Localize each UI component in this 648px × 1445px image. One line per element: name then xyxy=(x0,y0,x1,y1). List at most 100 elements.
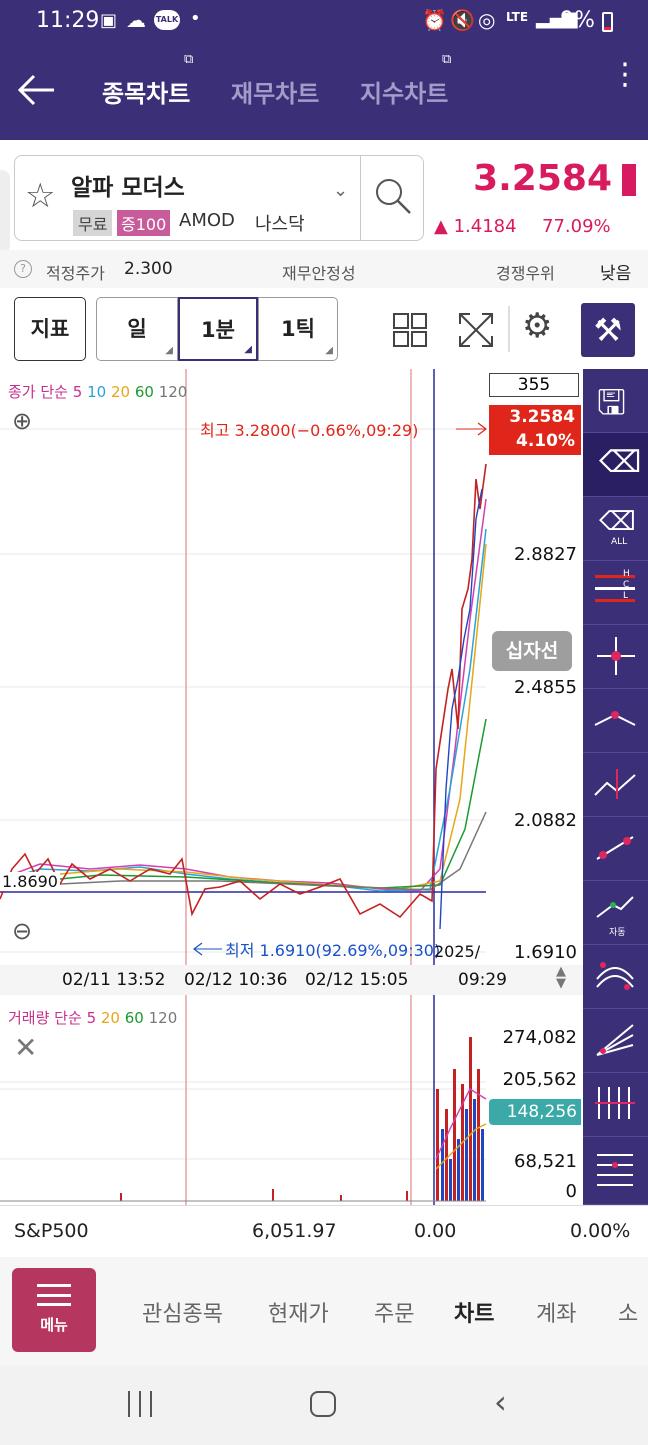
vertical-lines-tool[interactable] xyxy=(583,1073,648,1137)
side-handle[interactable] xyxy=(0,170,10,254)
fan-line-icon xyxy=(596,1024,634,1056)
period-tick-button[interactable]: 1틱 ◢ xyxy=(258,297,338,361)
legend-ma5: 5 xyxy=(72,383,83,401)
nav-watchlist[interactable]: 관심종목 xyxy=(142,1296,223,1328)
talk-icon: TALK xyxy=(154,10,180,30)
price-change-pct: 77.09% xyxy=(542,216,611,237)
legend-ma10: 10 xyxy=(87,383,107,401)
eraser-tool[interactable]: ⌫ xyxy=(583,433,648,497)
nav-account[interactable]: 계좌 xyxy=(536,1296,576,1328)
x-label: 02/12 10:36 xyxy=(184,970,288,990)
candle-count-box[interactable]: 355 xyxy=(489,373,579,397)
eraser-icon: ⌫ xyxy=(599,445,642,480)
top-nav: 종목차트 재무차트 지수차트 ⧉ ⧉ ⋮ xyxy=(0,44,648,140)
fan-arc-tool[interactable] xyxy=(583,945,648,1009)
back-arrow-icon[interactable] xyxy=(16,72,56,108)
legend-prefix: 종가 단순 xyxy=(8,383,68,401)
nav-order[interactable]: 주문 xyxy=(374,1296,414,1328)
stock-market: 나스닥 xyxy=(255,214,305,235)
legend-ma120: 120 xyxy=(158,383,188,401)
hcl-tool[interactable]: HCL xyxy=(583,561,648,625)
price-bar xyxy=(622,164,636,196)
horizontal-lines-tool[interactable] xyxy=(583,1137,648,1205)
nav-chart[interactable]: 차트 xyxy=(454,1296,494,1328)
tools-icon[interactable]: ⚒ xyxy=(581,303,635,357)
zoom-out-icon[interactable]: ⊖ xyxy=(12,917,32,945)
status-time: 11:29 xyxy=(36,8,100,33)
peak-line-tool[interactable] xyxy=(583,689,648,753)
menu-button[interactable]: 메뉴 xyxy=(12,1268,96,1352)
stock-code: AMOD xyxy=(179,210,235,231)
help-icon[interactable]: ? xyxy=(14,260,32,278)
period-tick-label: 1틱 xyxy=(281,317,315,341)
battery-text: 9% xyxy=(560,8,595,33)
tab-financial-chart[interactable]: 재무차트 xyxy=(231,74,319,109)
crossline-tool[interactable] xyxy=(583,625,648,689)
back-icon[interactable]: ‹ xyxy=(494,1383,507,1421)
chevron-down-icon[interactable]: ⌄ xyxy=(333,180,348,201)
zigzag-tool[interactable] xyxy=(583,753,648,817)
vol-legend-prefix: 거래량 단순 xyxy=(8,1009,82,1027)
x-cursor-time: 09:29 xyxy=(458,970,507,990)
eraser-all-tool[interactable]: ⌫ ALL xyxy=(583,497,648,561)
nav-more-partial[interactable]: 소 xyxy=(618,1296,638,1328)
battery-icon xyxy=(602,12,613,32)
status-bar: 11:29 ▣ ☁ TALK • ⏰ 🔇 ◎ LTE ▂▄▆ 9% xyxy=(0,0,648,44)
period-minute-label: 1분 xyxy=(201,318,235,342)
period-day-button[interactable]: 일 ◢ xyxy=(96,297,178,361)
layout-grid-icon[interactable] xyxy=(392,312,428,348)
margin-badge: 증100 xyxy=(117,210,171,236)
expand-icon[interactable] xyxy=(456,310,496,350)
price-legend[interactable]: 종가 단순 5 10 20 60 120 xyxy=(8,381,187,402)
period-minute-button[interactable]: 1분 ◢ xyxy=(178,297,258,361)
menu-label: 메뉴 xyxy=(40,1316,68,1334)
vol-legend-ma20: 20 xyxy=(100,1009,120,1027)
x-cursor-date: 2025/ xyxy=(434,942,481,961)
high-label: 최고 3.2800(−0.66%,09:29) xyxy=(200,421,419,440)
free-badge: 무료 xyxy=(73,210,113,236)
mute-icon: 🔇 xyxy=(450,8,475,32)
stock-selector[interactable]: ☆ 알파 모더스 무료 증100 AMOD 나스닥 ⌄ xyxy=(14,155,424,241)
competitive-advantage-label[interactable]: 경쟁우위 xyxy=(496,260,555,284)
crosshair-icon xyxy=(611,651,621,661)
financial-stability-label[interactable]: 재무안정성 xyxy=(282,260,356,284)
fan-line-tool[interactable] xyxy=(583,1009,648,1073)
close-icon[interactable]: ✕ xyxy=(14,1031,37,1064)
crosshair-button[interactable]: 십자선 xyxy=(492,631,572,671)
horizontal-lines-icon xyxy=(597,1154,633,1186)
vol-legend-ma5: 5 xyxy=(86,1009,97,1027)
network-type: LTE xyxy=(506,10,529,24)
nav-current-price[interactable]: 현재가 xyxy=(268,1296,329,1328)
vol-legend-ma120: 120 xyxy=(148,1009,178,1027)
ma5-line xyxy=(0,498,487,892)
ma10-line xyxy=(0,528,487,892)
tab-stock-chart[interactable]: 종목차트 xyxy=(102,74,190,109)
recents-icon[interactable] xyxy=(128,1391,154,1417)
trendline-tool[interactable] xyxy=(583,817,648,881)
trendline-icon xyxy=(596,836,634,860)
volume-bars xyxy=(120,1037,484,1201)
home-icon[interactable] xyxy=(310,1391,336,1417)
copy-icon: ⧉ xyxy=(184,52,194,67)
settings-gear-icon[interactable]: ⚙ xyxy=(522,306,552,346)
price-series xyxy=(0,463,487,919)
tab-index-chart[interactable]: 지수차트 xyxy=(360,74,448,109)
low-label: 최저 1.6910(92.69%,09:30) xyxy=(225,941,441,960)
more-icon[interactable]: ⋮ xyxy=(610,60,640,90)
alarm-icon: ⏰ xyxy=(422,8,447,32)
scroll-arrows-icon[interactable]: ▲ ▼ xyxy=(556,965,566,990)
vol-y-tick: 0 xyxy=(565,1181,577,1202)
hamburger-icon xyxy=(37,1284,71,1306)
auto-trend-tool[interactable]: 자동 xyxy=(583,881,648,945)
star-icon[interactable]: ☆ xyxy=(25,176,55,216)
index-bar[interactable]: S&P500 6,051.97 0.00 0.00% xyxy=(0,1205,648,1257)
legend-ma20: 20 xyxy=(110,383,131,401)
search-icon[interactable] xyxy=(373,176,413,216)
indicator-button[interactable]: 지표 xyxy=(14,297,86,361)
volume-legend[interactable]: 거래량 단순 5 20 60 120 xyxy=(8,1007,177,1028)
zoom-in-icon[interactable]: ⊕ xyxy=(12,407,32,435)
price-chart[interactable]: 종가 단순 5 10 20 60 120 ⊕ ⊖ 355 최고 3.2800(−… xyxy=(0,369,583,1205)
hotspot-icon: ◎ xyxy=(478,8,496,32)
save-tool[interactable]: 🖫 xyxy=(583,369,648,433)
toolbar-divider xyxy=(508,306,510,352)
